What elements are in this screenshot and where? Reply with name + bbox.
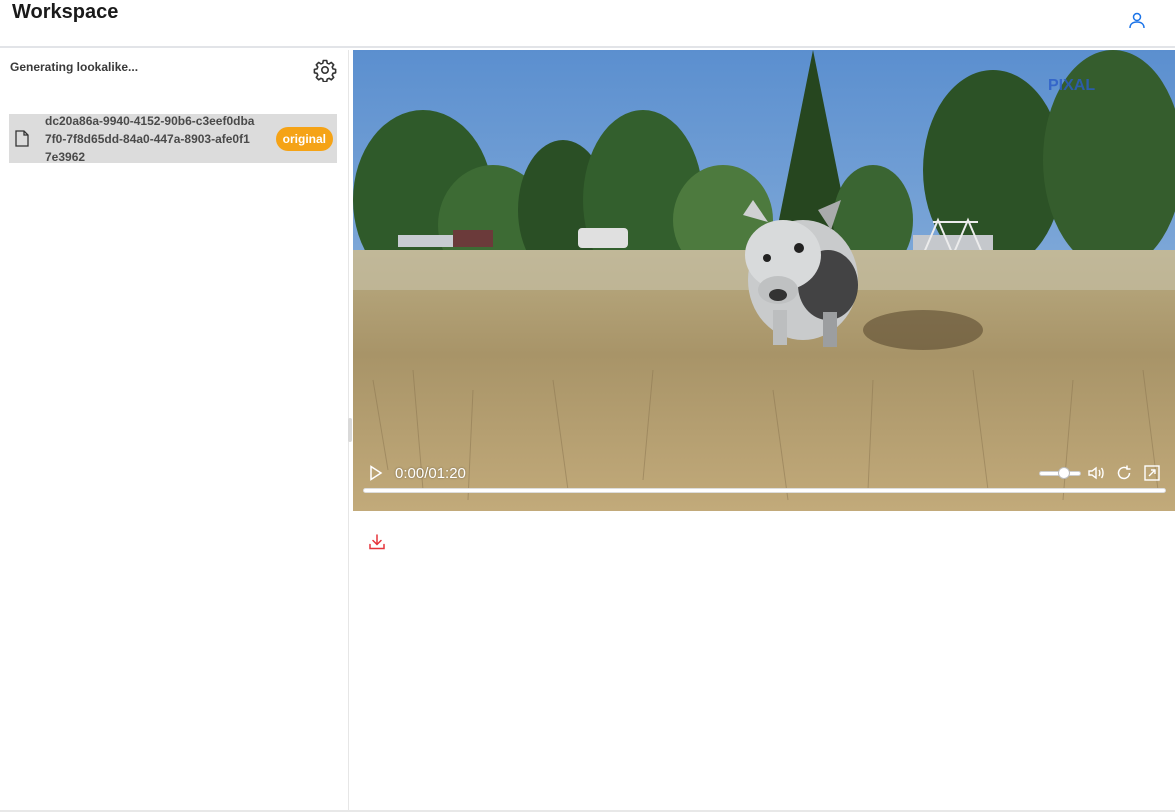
svg-text:PIXAL: PIXAL [1048, 77, 1095, 94]
original-badge: original [275, 126, 333, 151]
play-icon[interactable] [369, 465, 383, 481]
volume-knob[interactable] [1058, 467, 1071, 479]
top-bar: Workspace [0, 0, 1175, 48]
progress-bar[interactable] [363, 488, 1166, 493]
user-icon[interactable] [1126, 9, 1148, 31]
video-player[interactable]: PIXAL 0:00/01:20 [353, 50, 1175, 511]
gear-icon[interactable] [312, 57, 338, 83]
sidebar: Generating lookalike... dc20a86a-9940-41… [0, 50, 349, 810]
video-frame: PIXAL [353, 50, 1175, 511]
volume-icon[interactable] [1087, 464, 1105, 482]
panel-resize-handle[interactable] [348, 418, 352, 442]
fullscreen-icon[interactable] [1143, 464, 1161, 482]
file-icon [15, 130, 29, 147]
replay-icon[interactable] [1115, 464, 1133, 482]
file-name: dc20a86a-9940-4152-90b6-c3eef0dba7f0-7f8… [45, 113, 255, 164]
video-controls: 0:00/01:20 [353, 454, 1175, 511]
app-title: Workspace [12, 1, 119, 23]
status-text: Generating lookalike... [10, 60, 139, 74]
volume-slider[interactable] [1039, 467, 1081, 479]
download-icon[interactable] [368, 533, 386, 551]
file-list-item[interactable]: dc20a86a-9940-4152-90b6-c3eef0dba7f0-7f8… [9, 113, 337, 164]
time-display: 0:00/01:20 [395, 465, 466, 482]
